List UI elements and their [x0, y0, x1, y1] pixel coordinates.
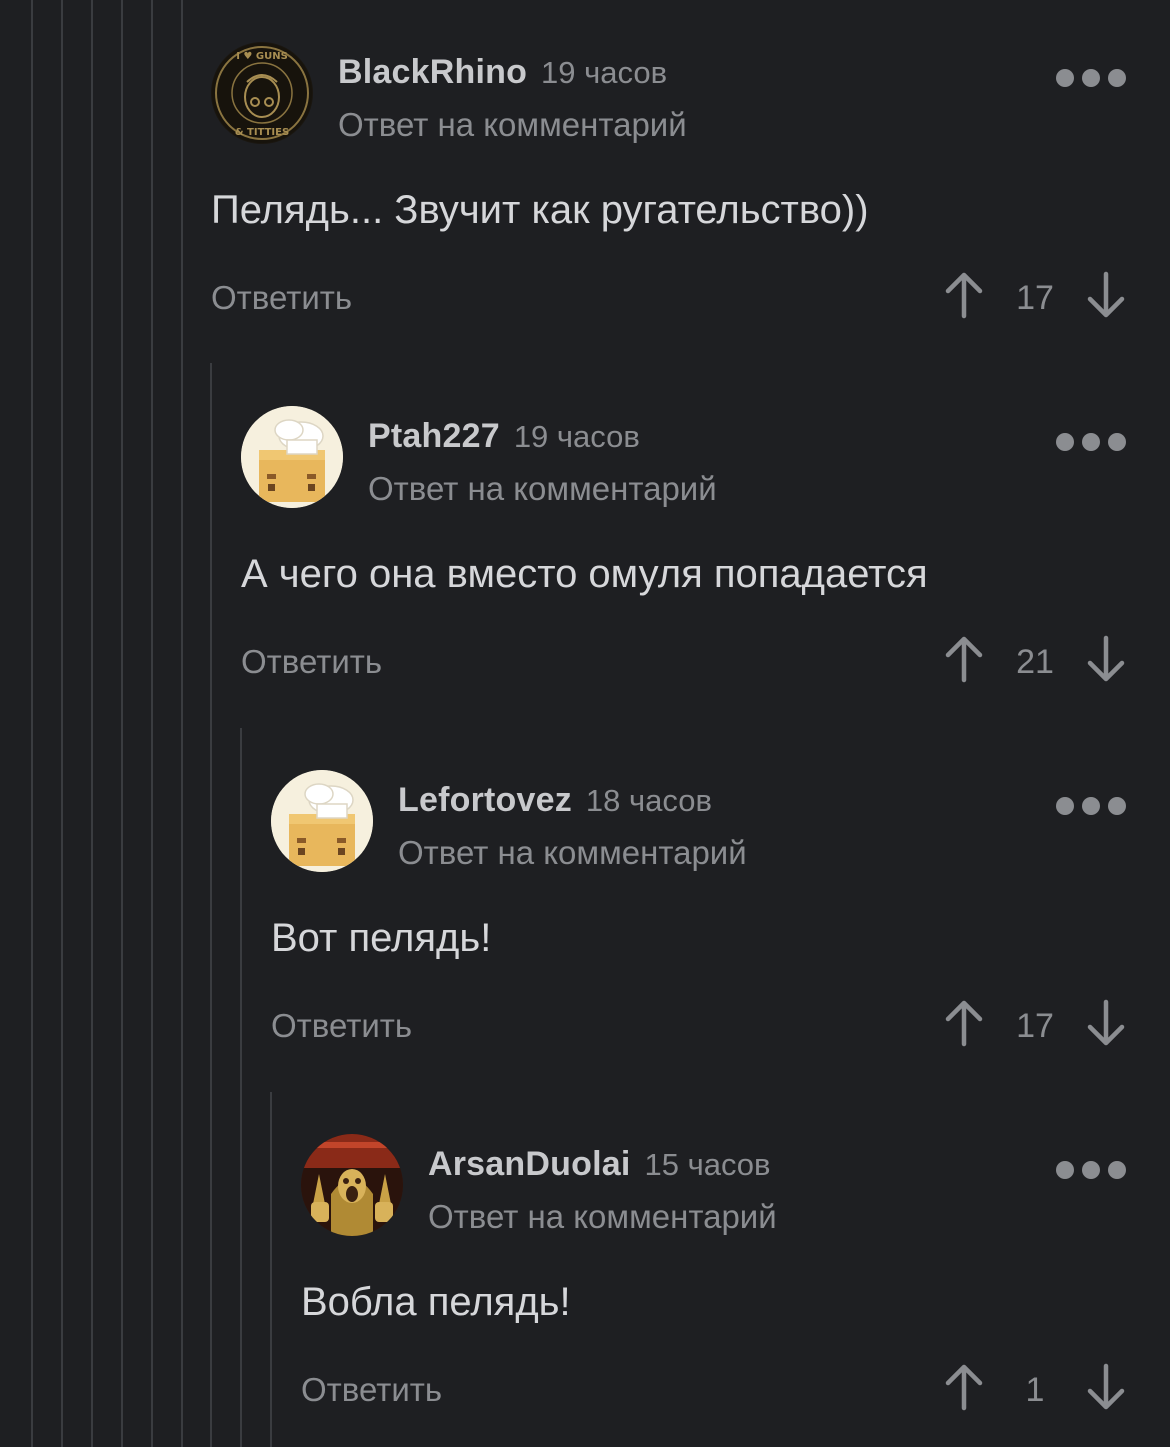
- thread-line: [61, 0, 63, 1447]
- downvote-arrow-icon[interactable]: [1086, 270, 1126, 320]
- svg-text:I ♥ GUNS: I ♥ GUNS: [236, 51, 288, 62]
- avatar[interactable]: I ♥ GUNS & TITTIES: [211, 42, 313, 144]
- comment-author: ArsanDuolai 15 часов: [428, 1144, 771, 1191]
- username[interactable]: Lefortovez: [398, 781, 572, 819]
- timestamp: 19 часов: [513, 419, 640, 454]
- timestamp: 15 часов: [644, 1147, 771, 1182]
- reply-button[interactable]: Ответить: [211, 278, 352, 318]
- timestamp: 19 часов: [541, 55, 668, 90]
- downvote-arrow-icon[interactable]: [1086, 634, 1126, 684]
- avatar[interactable]: [301, 1134, 403, 1236]
- reply-button[interactable]: Ответить: [301, 1370, 442, 1410]
- thread-line: [31, 0, 33, 1447]
- vote-count: 1: [1025, 1371, 1045, 1409]
- reply-to-link[interactable]: Ответ на комментарий: [428, 1197, 777, 1237]
- vote-count: 17: [1016, 279, 1054, 317]
- timestamp: 18 часов: [585, 783, 712, 818]
- reply-to-link[interactable]: Ответ на комментарий: [338, 105, 687, 145]
- thread-line: [270, 1092, 272, 1447]
- comment: Ptah227 19 часов Ответ на комментарий А ч…: [241, 406, 1170, 696]
- upvote-arrow-icon[interactable]: [944, 998, 984, 1048]
- comment-text: Вобла пелядь!: [301, 1280, 571, 1324]
- reply-to-link[interactable]: Ответ на комментарий: [368, 469, 717, 509]
- comment-author: Ptah227 19 часов: [368, 416, 640, 463]
- username[interactable]: Ptah227: [368, 417, 500, 455]
- thread-line: [121, 0, 123, 1447]
- more-options-icon[interactable]: [1056, 433, 1126, 451]
- svg-text:& TITTIES: & TITTIES: [235, 127, 289, 138]
- comment: ArsanDuolai 15 часов Ответ на комментарий…: [301, 1134, 1170, 1424]
- username[interactable]: BlackRhino: [338, 53, 527, 91]
- more-options-icon[interactable]: [1056, 797, 1126, 815]
- thread-line: [151, 0, 153, 1447]
- comment-text: А чего она вместо омуля попадается: [241, 552, 928, 596]
- more-options-icon[interactable]: [1056, 1161, 1126, 1179]
- upvote-arrow-icon[interactable]: [944, 634, 984, 684]
- reply-to-link[interactable]: Ответ на комментарий: [398, 833, 747, 873]
- thread-line: [181, 0, 183, 1447]
- upvote-arrow-icon[interactable]: [944, 270, 984, 320]
- reply-button[interactable]: Ответить: [241, 642, 382, 682]
- username[interactable]: ArsanDuolai: [428, 1145, 630, 1183]
- avatar[interactable]: [241, 406, 343, 508]
- comment-text: Вот пелядь!: [271, 916, 492, 960]
- thread-line: [91, 0, 93, 1447]
- downvote-arrow-icon[interactable]: [1086, 998, 1126, 1048]
- reply-button[interactable]: Ответить: [271, 1006, 412, 1046]
- comment-author: Lefortovez 18 часов: [398, 780, 712, 827]
- more-options-icon[interactable]: [1056, 69, 1126, 87]
- upvote-arrow-icon[interactable]: [944, 1362, 984, 1412]
- avatar[interactable]: [271, 770, 373, 872]
- comments-page: I ♥ GUNS & TITTIES BlackRhino 19 часов От…: [0, 0, 1170, 1447]
- thread-line: [210, 363, 212, 1447]
- comment: I ♥ GUNS & TITTIES BlackRhino 19 часов От…: [211, 42, 1170, 332]
- thread-line: [240, 728, 242, 1447]
- comment-text: Пелядь... Звучит как ругательство)): [211, 188, 869, 232]
- vote-count: 17: [1016, 1007, 1054, 1045]
- comment-author: BlackRhino 19 часов: [338, 52, 667, 99]
- comment: Lefortovez 18 часов Ответ на комментарий …: [271, 770, 1170, 1060]
- vote-count: 21: [1016, 643, 1054, 681]
- downvote-arrow-icon[interactable]: [1086, 1362, 1126, 1412]
